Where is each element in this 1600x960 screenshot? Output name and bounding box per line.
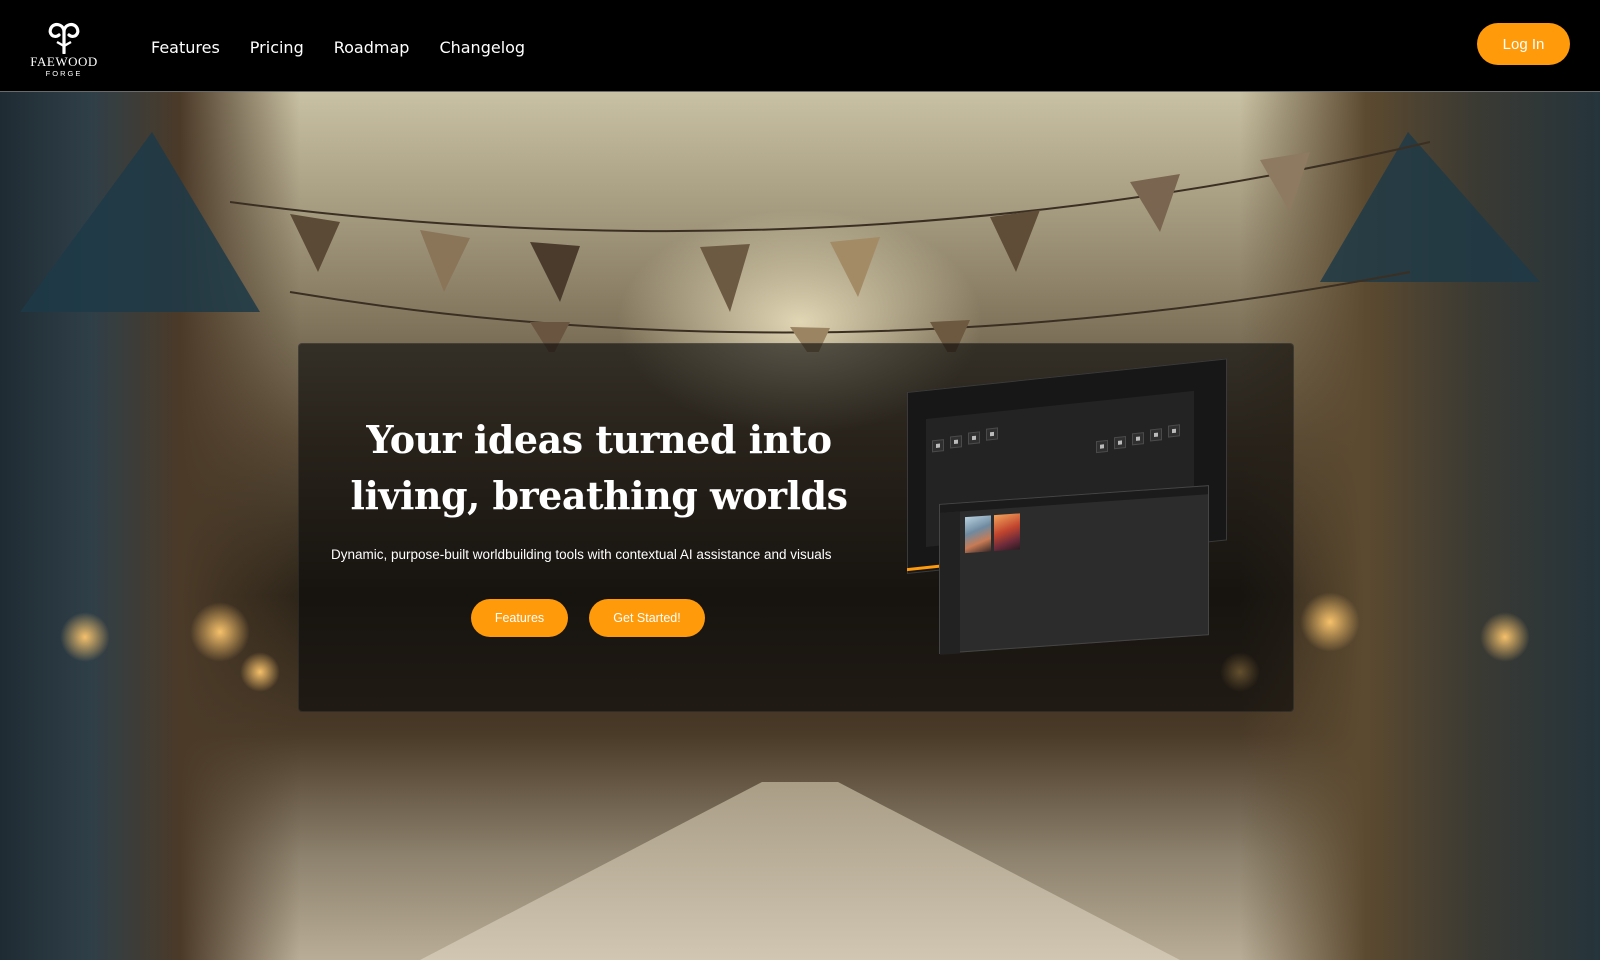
document-icon: [932, 439, 944, 453]
hero-subheadline: Dynamic, purpose-built worldbuilding too…: [331, 547, 832, 562]
gear-icon: [986, 427, 998, 441]
main-nav: Features Pricing Roadmap Changelog: [151, 38, 555, 57]
hero-card: Your ideas turned into living, breathing…: [298, 343, 1294, 712]
hero-bg-lamp-glow: [1300, 592, 1360, 652]
nav-link-pricing[interactable]: Pricing: [250, 38, 304, 57]
hero-bg-lamp-glow: [190, 602, 250, 662]
lock-icon: [1168, 424, 1180, 438]
hero-bg-lamp-glow: [1480, 612, 1530, 662]
hero-bg-lamp-glow: [240, 652, 280, 692]
notes-icon: [950, 435, 962, 449]
nav-link-changelog[interactable]: Changelog: [439, 38, 525, 57]
hero-bg-bunting: [230, 141, 1430, 352]
faewood-emblem-icon: [48, 22, 80, 54]
app-preview-image-thumbnail: [965, 515, 991, 554]
brand-subname: Forge: [45, 69, 83, 78]
nav-link-features[interactable]: Features: [151, 38, 220, 57]
features-button[interactable]: Features: [471, 599, 568, 637]
login-button[interactable]: Log In: [1477, 23, 1570, 65]
app-preview-front-window: [939, 485, 1209, 655]
app-preview-image-thumbnail: [994, 513, 1020, 552]
chat-icon: [1132, 432, 1144, 446]
hero-bg-street: [420, 782, 1180, 960]
app-preview-sidebar: [940, 511, 960, 655]
top-navbar: Faewood Forge Features Pricing Roadmap C…: [0, 0, 1600, 92]
nav-link-roadmap[interactable]: Roadmap: [334, 38, 410, 57]
brand-name: Faewood: [30, 54, 98, 69]
hero-bg-lamp-glow: [60, 612, 110, 662]
hero-headline: Your ideas turned into living, breathing…: [350, 417, 848, 518]
get-started-button[interactable]: Get Started!: [589, 599, 705, 637]
sound-icon: [968, 431, 980, 445]
brand-logo[interactable]: Faewood Forge: [26, 20, 102, 80]
character-icon: [1150, 428, 1162, 442]
grid-icon: [1114, 435, 1126, 450]
map-icon: [1096, 439, 1108, 454]
